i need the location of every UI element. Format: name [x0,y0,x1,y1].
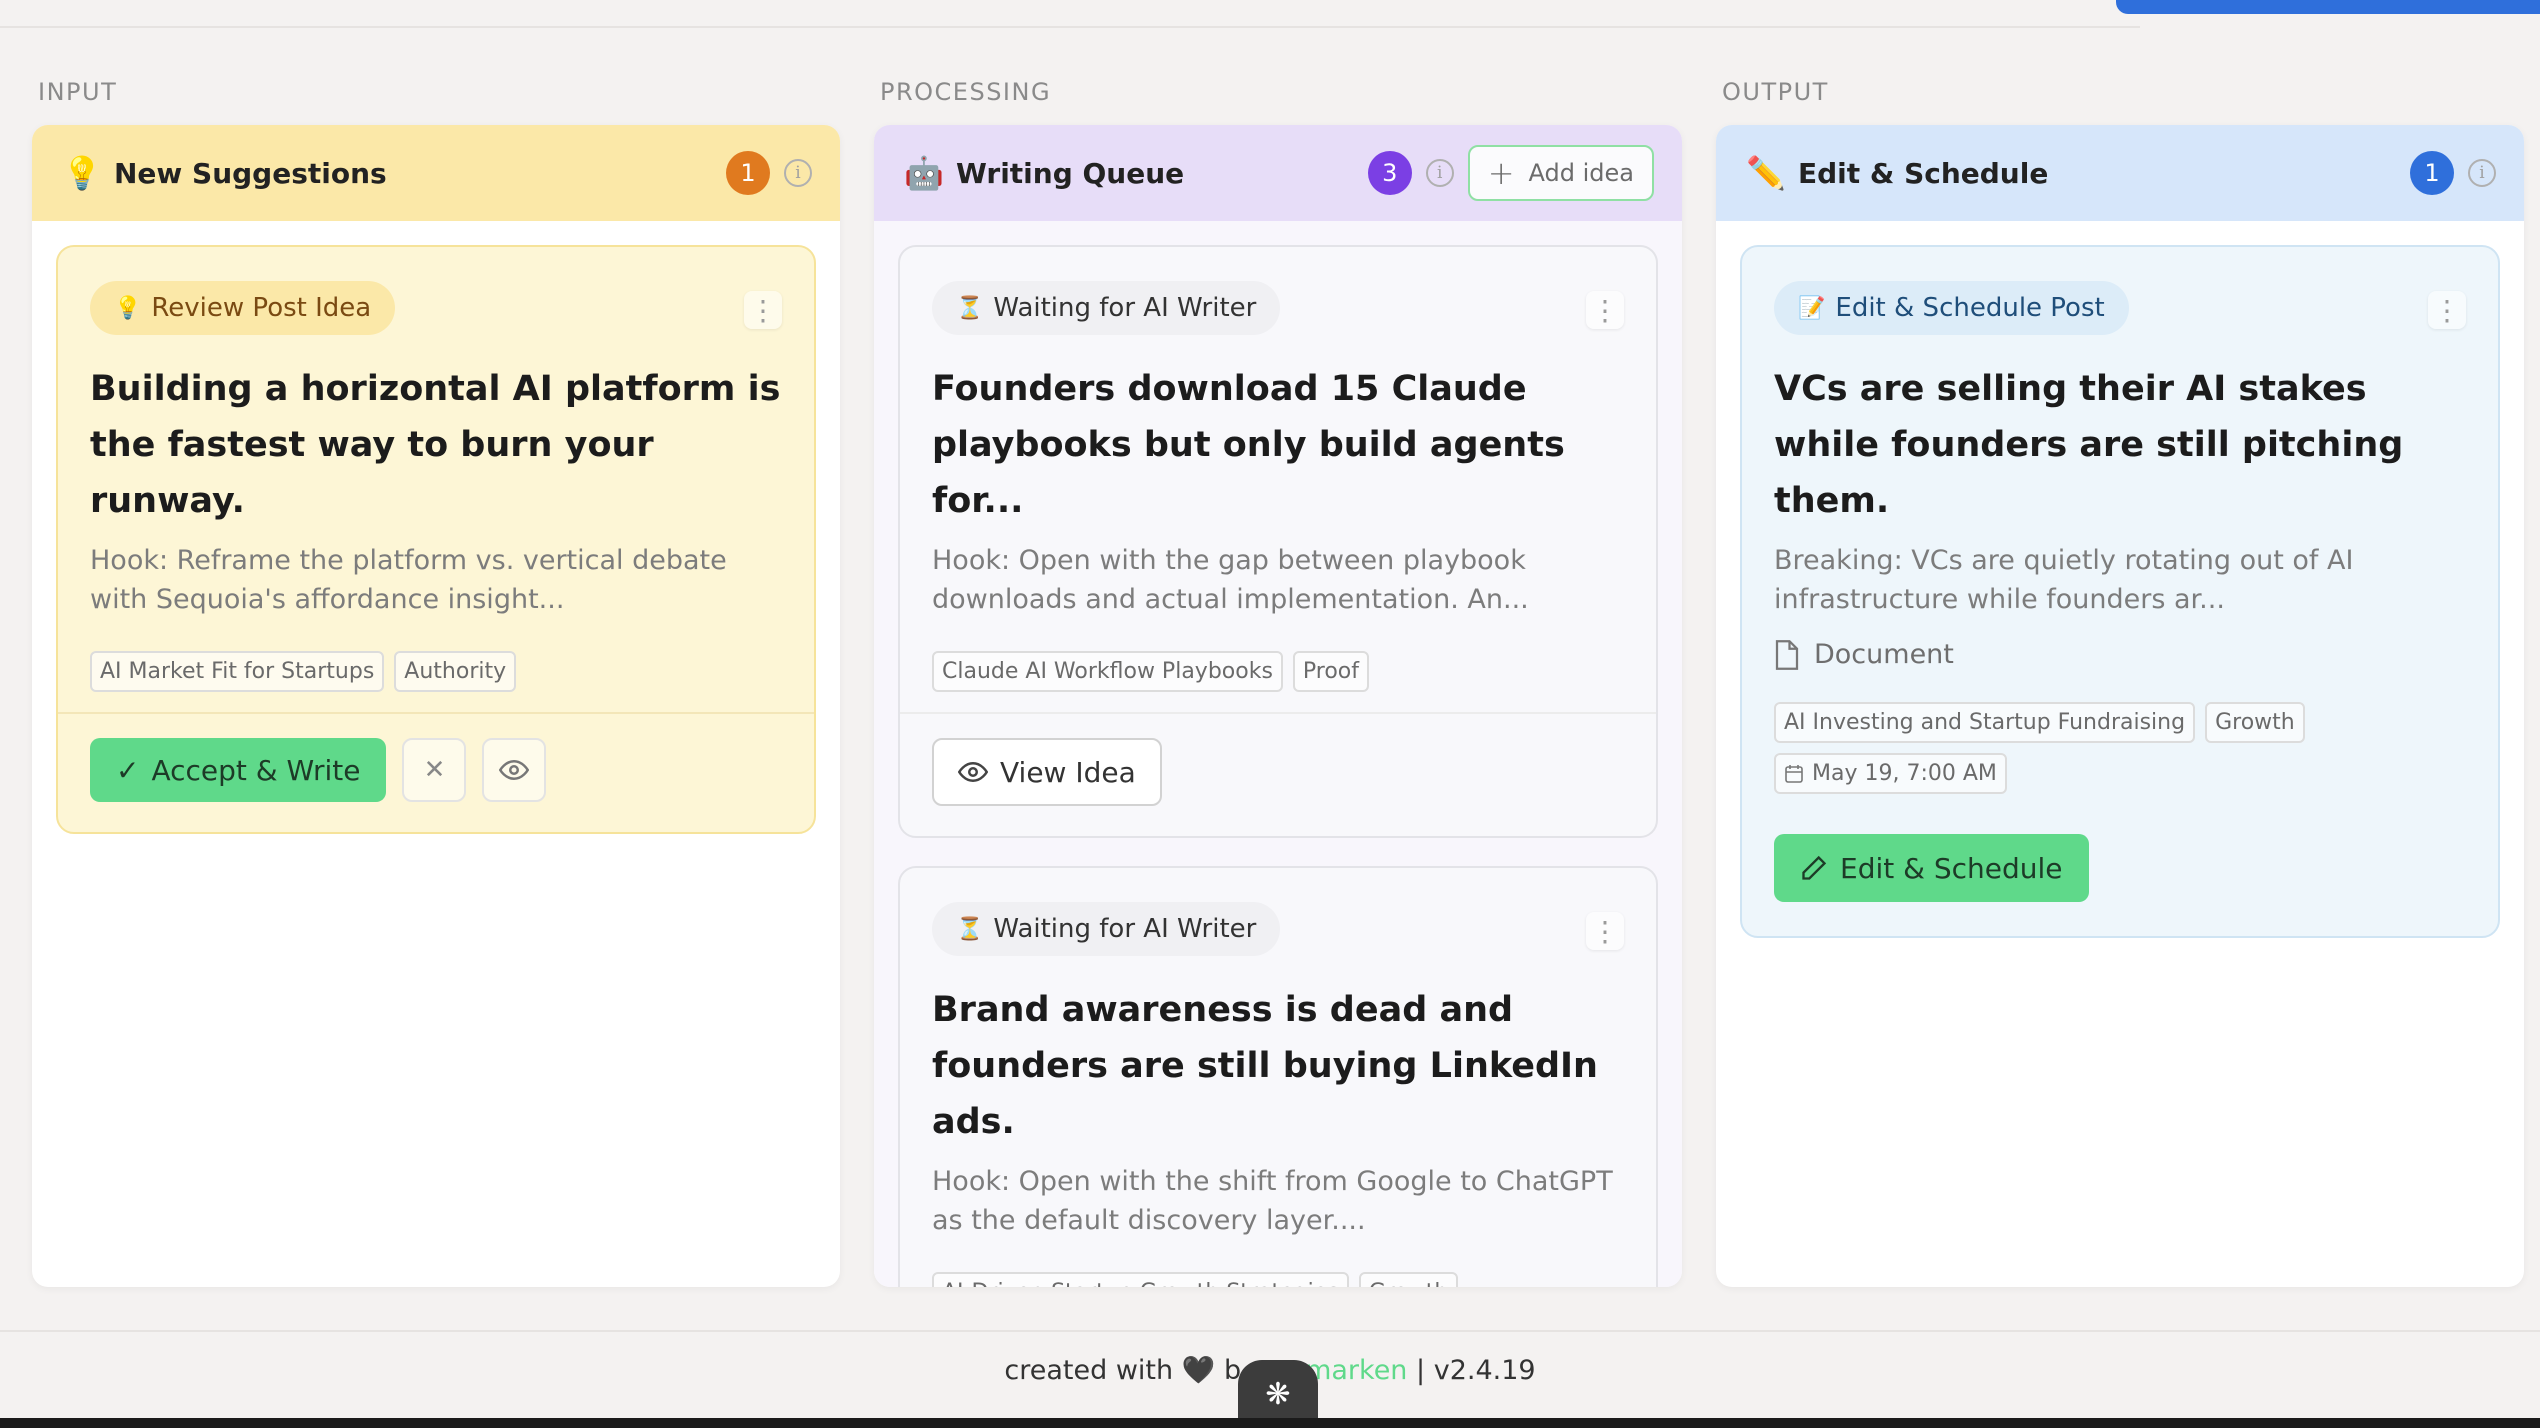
queue-card[interactable]: ⏳ Waiting for AI Writer ⋮ Founders downl… [898,245,1658,838]
document-label: Document [1814,639,1954,670]
card-title: Founders download 15 Claude playbooks bu… [932,369,1565,521]
tag: AI-Driven Startup Growth Strategies [932,1272,1349,1287]
date-label: May 19, 7:00 AM [1812,761,1997,786]
column-body: 💡 Review Post Idea ⋮ Building a horizont… [32,221,840,834]
column-edit-schedule: ✏️ Edit & Schedule 1 i 📝 Edit & Schedule… [1716,125,2524,1287]
column-new-suggestions: 💡 New Suggestions 1 i 💡 Review Post Idea… [32,125,840,1287]
card-hook: Hook: Reframe the platform vs. vertical … [90,545,727,615]
status-label: Waiting for AI Writer [993,914,1257,944]
tag: Growth [2205,702,2305,743]
status-pill: ⏳ Waiting for AI Writer [932,281,1281,335]
version-label: | v2.4.19 [1416,1355,1536,1386]
column-body: 📝 Edit & Schedule Post ⋮ VCs are selling… [1716,221,2524,938]
eye-icon [958,761,988,783]
accept-write-button[interactable]: ✓ Accept & Write [90,738,387,802]
close-icon: ✕ [423,755,446,785]
plus-icon: + [1487,154,1515,192]
view-idea-button[interactable]: View Idea [932,738,1162,806]
card-hook: Hook: Open with the gap between playbook… [932,545,1529,615]
document-attachment[interactable]: Document [1774,639,2466,670]
add-idea-button[interactable]: + Add idea [1467,145,1654,201]
preview-button[interactable] [482,738,547,802]
accept-label: Accept & Write [151,753,361,787]
edit-schedule-button[interactable]: Edit & Schedule [1774,834,2089,902]
status-label: Waiting for AI Writer [993,293,1257,323]
hourglass-icon: ⏳ [956,916,984,942]
count-badge: 1 [726,151,770,195]
pencil-icon: ✏️ [1746,154,1786,192]
brand-link[interactable]: marken [1305,1355,1407,1386]
card-title: VCs are selling their AI stakes while fo… [1774,369,2404,521]
pencil-icon [1802,855,1827,880]
view-idea-label: View Idea [1000,755,1136,789]
top-divider [0,26,2140,28]
column-writing-queue: 🤖 Writing Queue 3 i + Add idea ⏳ Waiting… [874,125,1682,1287]
section-label-processing: PROCESSING [880,78,1052,106]
tag: Proof [1292,651,1370,692]
memo-icon: 📝 [1798,295,1826,321]
more-options-icon[interactable]: ⋮ [744,291,782,329]
tag-list: AI Investing and Startup Fundraising Gro… [1774,702,2466,743]
section-label-output: OUTPUT [1722,78,1829,106]
tag: AI Investing and Startup Fundraising [1774,702,2196,743]
queue-card[interactable]: ⏳ Waiting for AI Writer ⋮ Brand awarenes… [898,866,1658,1287]
column-body: ⏳ Waiting for AI Writer ⋮ Founders downl… [874,221,1682,1287]
tag: Growth [1358,1272,1459,1287]
lightbulb-icon: 💡 [114,295,142,321]
footer-prefix: created with [1004,1355,1174,1386]
top-action-button[interactable] [2116,0,2540,14]
card-hook: Breaking: VCs are quietly rotating out o… [1774,545,2354,615]
tag: Claude AI Workflow Playbooks [932,651,1283,692]
more-options-icon[interactable]: ⋮ [1586,912,1624,950]
status-label: Review Post Idea [151,293,372,323]
lightbulb-icon: 💡 [62,154,102,192]
schedule-card[interactable]: 📝 Edit & Schedule Post ⋮ VCs are selling… [1740,245,2500,938]
add-idea-label: Add idea [1528,159,1634,187]
column-header: 💡 New Suggestions 1 i [32,125,840,221]
eye-icon [499,759,530,781]
check-icon: ✓ [116,753,140,787]
dismiss-button[interactable]: ✕ [402,738,467,802]
card-actions: ✓ Accept & Write ✕ [58,712,814,832]
status-pill: ⏳ Waiting for AI Writer [932,902,1281,956]
count-badge: 1 [2410,151,2454,195]
column-title: New Suggestions [114,156,387,190]
more-options-icon[interactable]: ⋮ [2428,291,2466,329]
info-icon[interactable]: i [2468,159,2496,187]
card-title: Brand awareness is dead and founders are… [932,990,1598,1142]
tag-list: AI Market Fit for Startups Authority [90,651,782,692]
sprout-icon: ❋ [1265,1376,1291,1412]
calendar-icon [1785,764,1803,783]
card-title: Building a horizontal AI platform is the… [90,369,781,521]
status-label: Edit & Schedule Post [1835,293,2105,323]
footer-divider [0,1330,2540,1332]
hourglass-icon: ⏳ [956,295,984,321]
suggestion-card[interactable]: 💡 Review Post Idea ⋮ Building a horizont… [56,245,816,834]
info-icon[interactable]: i [784,159,812,187]
status-pill: 📝 Edit & Schedule Post [1774,281,2129,335]
status-pill: 💡 Review Post Idea [90,281,396,335]
edit-schedule-label: Edit & Schedule [1840,851,2063,885]
tag-list: Claude AI Workflow Playbooks Proof [932,651,1624,692]
heart-icon: 🖤 [1181,1355,1216,1386]
card-hook: Hook: Open with the shift from Google to… [932,1166,1613,1236]
scheduled-date: May 19, 7:00 AM [1774,753,2007,794]
column-header: 🤖 Writing Queue 3 i + Add idea [874,125,1682,221]
more-options-icon[interactable]: ⋮ [1586,291,1624,329]
tag: Authority [394,651,517,692]
column-title: Edit & Schedule [1798,156,2049,190]
tag-list: AI-Driven Startup Growth Strategies Grow… [932,1272,1624,1287]
document-icon [1775,639,1799,670]
count-badge: 3 [1367,151,1412,195]
info-icon[interactable]: i [1425,159,1454,187]
column-title: Writing Queue [956,156,1185,190]
tag: AI Market Fit for Startups [90,651,385,692]
card-actions: View Idea [900,712,1656,836]
bottom-bar [0,1418,2540,1428]
robot-icon: 🤖 [904,154,944,192]
section-label-input: INPUT [38,78,118,106]
column-header: ✏️ Edit & Schedule 1 i [1716,125,2524,221]
